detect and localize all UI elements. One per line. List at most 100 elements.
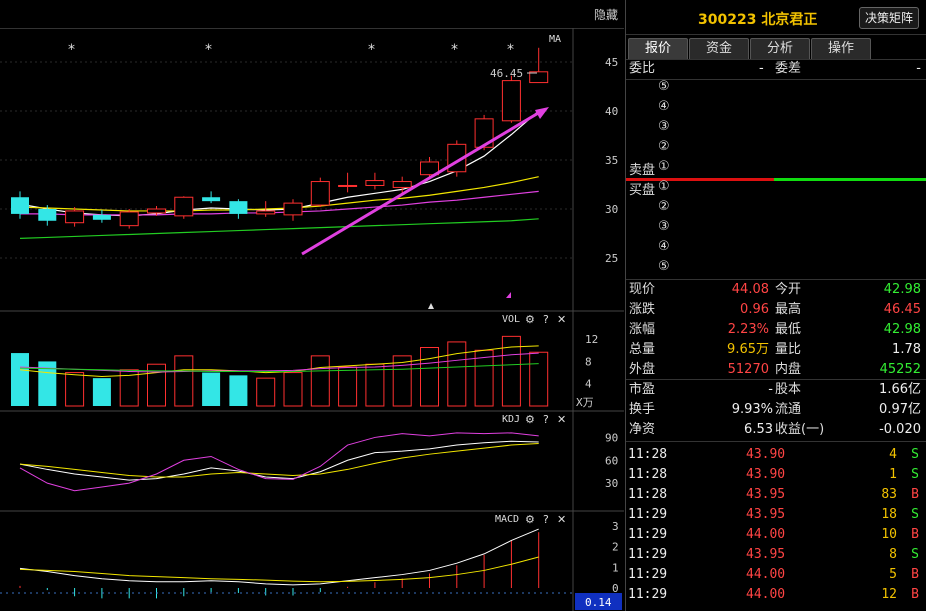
- quote-row: 涨幅 2.23% 最低 42.98: [629, 320, 921, 340]
- tick-time: 11:28: [628, 447, 668, 462]
- tick-volume: 10: [881, 527, 897, 542]
- volume-bar: [174, 355, 194, 407]
- divider: [626, 441, 926, 442]
- price-tick: 30: [605, 203, 618, 216]
- gear-icon[interactable]: ⚙: [525, 513, 535, 526]
- tick-side: S: [911, 547, 919, 562]
- candle-body: [65, 210, 85, 224]
- help-icon[interactable]: ?: [543, 513, 549, 526]
- candle-body: [147, 208, 166, 214]
- fundamentals-value: -0.020: [879, 422, 921, 437]
- tick-row: 11:29 44.00 5 B: [626, 565, 922, 585]
- tick-price: 43.90: [746, 447, 786, 462]
- event-markers: * * * * *: [68, 42, 514, 58]
- tick-price: 44.00: [746, 527, 786, 542]
- order-diff-label: 委差: [775, 61, 802, 76]
- volume-bar: [229, 375, 248, 406]
- quote-value: 46.45: [883, 302, 921, 317]
- fundamentals-value: 9.93%: [731, 402, 773, 417]
- buy-level-2: ②: [658, 199, 670, 214]
- candlestick-series[interactable]: [11, 47, 549, 229]
- tab-operation[interactable]: 操作: [811, 38, 871, 59]
- quote-value: 9.65万: [727, 342, 769, 357]
- tick-time: 11:29: [628, 567, 668, 582]
- tick-time: 11:28: [628, 467, 668, 482]
- tab-quote[interactable]: 报价: [628, 38, 688, 59]
- tick-time: 11:29: [628, 507, 668, 522]
- quote-label: 内盘: [775, 362, 802, 377]
- macd-axis: 3210: [612, 520, 619, 595]
- buy-level-4: ④: [658, 239, 670, 254]
- event-star: *: [68, 42, 75, 58]
- quote-value: 42.98: [883, 322, 921, 337]
- tick-row: 11:29 43.95 8 S: [626, 545, 922, 565]
- quote-value: 45252: [879, 362, 921, 377]
- quote-label: 现价: [629, 282, 656, 297]
- fundamentals-value: 1.66亿: [879, 382, 921, 397]
- gear-icon[interactable]: ⚙: [525, 313, 535, 326]
- quote-header: 300223 北京君正 决策矩阵: [626, 0, 926, 35]
- buy-pressure-bar: [774, 178, 926, 181]
- tick-price: 43.95: [746, 487, 786, 502]
- fundamentals-value: 6.53: [744, 422, 773, 437]
- candle-body: [310, 181, 330, 206]
- tick-time: 11:28: [628, 487, 668, 502]
- quote-value: 1.78: [892, 342, 921, 357]
- sell-level-5: ⑤: [658, 79, 670, 94]
- tick-side: B: [911, 567, 919, 582]
- macd-tick: 2: [612, 541, 619, 554]
- quote-label: 外盘: [629, 362, 656, 377]
- tick-row: 11:29 44.00 10 B: [626, 525, 922, 545]
- quote-label: 涨跌: [629, 302, 656, 317]
- help-icon[interactable]: ?: [543, 413, 549, 426]
- fundamentals-label: 股本: [775, 382, 802, 397]
- ma-line-ma20: [20, 190, 539, 216]
- tab-funds[interactable]: 资金: [689, 38, 749, 59]
- tick-price: 44.00: [746, 587, 786, 602]
- price-tick: 25: [605, 252, 618, 265]
- tick-side: B: [911, 487, 919, 502]
- volume-bar: [65, 372, 85, 407]
- volume-axis: 12 8 4: [585, 333, 598, 391]
- tick-volume: 8: [889, 547, 897, 562]
- kdj-tick: 60: [605, 454, 618, 467]
- volume-tick: 8: [585, 355, 592, 368]
- macd-tick: 3: [612, 520, 619, 533]
- help-icon[interactable]: ?: [543, 313, 549, 326]
- close-icon[interactable]: ✕: [557, 513, 566, 526]
- volume-panel-header: VOL ⚙ ? ✕: [502, 313, 566, 326]
- fundamentals-row: 净资 6.53 收益(一) -0.020: [629, 420, 921, 440]
- close-icon[interactable]: ✕: [557, 413, 566, 426]
- close-icon[interactable]: ✕: [557, 313, 566, 326]
- hide-button[interactable]: 隐藏: [594, 6, 618, 23]
- decision-matrix-button[interactable]: 决策矩阵: [858, 7, 919, 29]
- macd-tick: 1: [612, 561, 619, 574]
- tick-volume: 83: [881, 487, 897, 502]
- tick-time: 11:29: [628, 527, 668, 542]
- gear-icon[interactable]: ⚙: [525, 413, 535, 426]
- tab-analysis[interactable]: 分析: [750, 38, 810, 59]
- ma-line-ma10: [19, 176, 539, 212]
- sell-label: 卖盘: [629, 163, 656, 178]
- quote-value: 42.98: [883, 282, 921, 297]
- divider: [626, 79, 926, 80]
- macd-series: [19, 528, 540, 599]
- stock-title: 300223 北京君正: [698, 12, 818, 28]
- candle-body: [283, 202, 303, 216]
- quote-label: 涨幅: [629, 322, 656, 337]
- candle-body: [174, 196, 194, 217]
- quote-value: 44.08: [731, 282, 769, 297]
- price-tick: 35: [605, 154, 618, 167]
- candle-body: [256, 210, 276, 215]
- sell-level-1: ①: [658, 159, 670, 174]
- fundamentals-label: 净资: [629, 422, 656, 437]
- tick-row: 11:29 44.00 12 B: [626, 585, 922, 605]
- stock-chart[interactable]: * * * * * MA 46.45 4540353025 VOL ⚙ ? ✕ …: [0, 28, 624, 611]
- volume-bar: [202, 372, 221, 406]
- order-diff-value: -: [916, 61, 921, 76]
- quote-row: 现价 44.08 今开 42.98: [629, 280, 921, 300]
- chart-toolbar: 隐藏: [0, 0, 624, 29]
- high-marker-label: 46.45: [490, 67, 523, 80]
- tick-volume: 5: [889, 567, 897, 582]
- quote-value: 2.23%: [727, 322, 769, 337]
